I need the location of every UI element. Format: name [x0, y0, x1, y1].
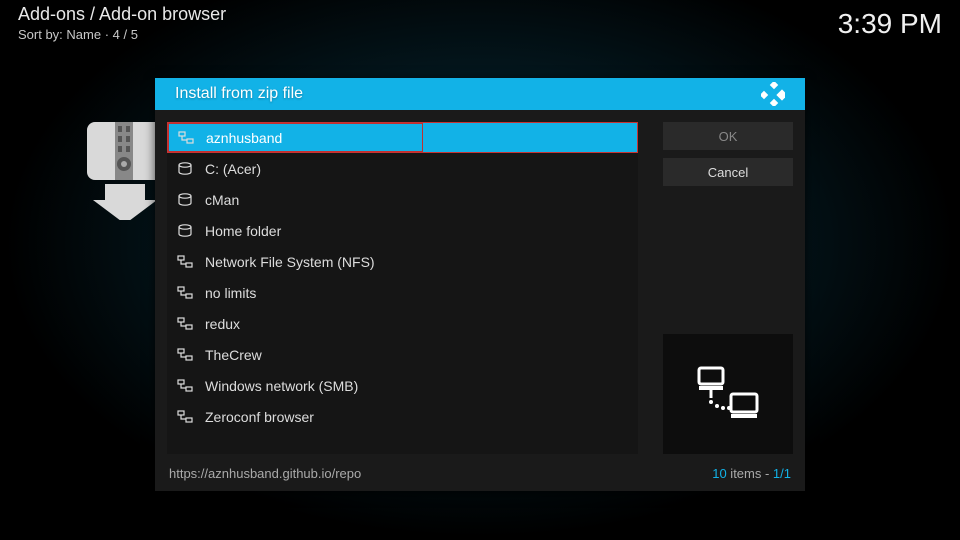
list-item-label: no limits	[205, 285, 628, 301]
list-item-label: Windows network (SMB)	[205, 378, 628, 394]
clock: 3:39 PM	[838, 8, 942, 40]
network-icon	[177, 410, 193, 424]
list-item[interactable]: TheCrew	[167, 339, 638, 370]
list-item-label: redux	[205, 316, 628, 332]
list-item-label: C: (Acer)	[205, 161, 628, 177]
network-share-icon	[693, 364, 763, 424]
network-icon	[177, 317, 193, 331]
list-item[interactable]: Zeroconf browser	[167, 401, 638, 432]
list-item[interactable]: C: (Acer)	[167, 153, 638, 184]
zip-download-icon	[85, 120, 165, 220]
footer-page: 1/1	[773, 466, 791, 481]
list-item-label: aznhusband	[206, 130, 627, 146]
network-icon	[177, 348, 193, 362]
sort-prefix: Sort by:	[18, 27, 66, 42]
list-item[interactable]: cMan	[167, 184, 638, 215]
cancel-button[interactable]: Cancel	[663, 158, 793, 186]
sort-sep: ·	[101, 27, 113, 42]
network-icon	[177, 255, 193, 269]
list-item[interactable]: aznhusband	[167, 122, 638, 153]
list-item-label: Network File System (NFS)	[205, 254, 628, 270]
network-icon	[178, 131, 194, 145]
dialog-body: aznhusband C: (Acer) cMan Home folder Networ…	[155, 110, 805, 460]
location-list[interactable]: aznhusband C: (Acer) cMan Home folder Networ…	[167, 122, 638, 454]
footer-item-count: 10	[712, 466, 726, 481]
list-item-label: Home folder	[205, 223, 628, 239]
disk-icon	[177, 193, 193, 207]
list-item-label: TheCrew	[205, 347, 628, 363]
dialog-title: Install from zip file	[175, 85, 303, 103]
dialog-side-panel: OK Cancel	[663, 122, 793, 454]
list-item[interactable]: Windows network (SMB)	[167, 370, 638, 401]
list-item-label: cMan	[205, 192, 628, 208]
page-indicator: 4 / 5	[113, 27, 138, 42]
dialog-footer: https://aznhusband.github.io/repo 10 ite…	[155, 460, 805, 491]
footer-path: https://aznhusband.github.io/repo	[169, 466, 361, 481]
network-icon	[177, 379, 193, 393]
list-item-label: Zeroconf browser	[205, 409, 628, 425]
list-item[interactable]: Home folder	[167, 215, 638, 246]
list-item[interactable]: Network File System (NFS)	[167, 246, 638, 277]
header: Add-ons / Add-on browser Sort by: Name ·…	[18, 4, 226, 42]
list-item[interactable]: no limits	[167, 277, 638, 308]
preview-thumbnail	[663, 334, 793, 454]
ok-button[interactable]: OK	[663, 122, 793, 150]
network-icon	[177, 286, 193, 300]
kodi-logo-icon	[761, 82, 785, 106]
install-from-zip-dialog: Install from zip file aznhusband C: (Acer…	[155, 78, 805, 491]
breadcrumb: Add-ons / Add-on browser	[18, 4, 226, 25]
footer-items-word: items -	[727, 466, 773, 481]
list-item[interactable]: redux	[167, 308, 638, 339]
sort-line: Sort by: Name · 4 / 5	[18, 27, 226, 42]
dialog-title-bar: Install from zip file	[155, 78, 805, 110]
sort-value: Name	[66, 27, 101, 42]
disk-icon	[177, 224, 193, 238]
disk-icon	[177, 162, 193, 176]
footer-count: 10 items - 1/1	[712, 466, 791, 481]
